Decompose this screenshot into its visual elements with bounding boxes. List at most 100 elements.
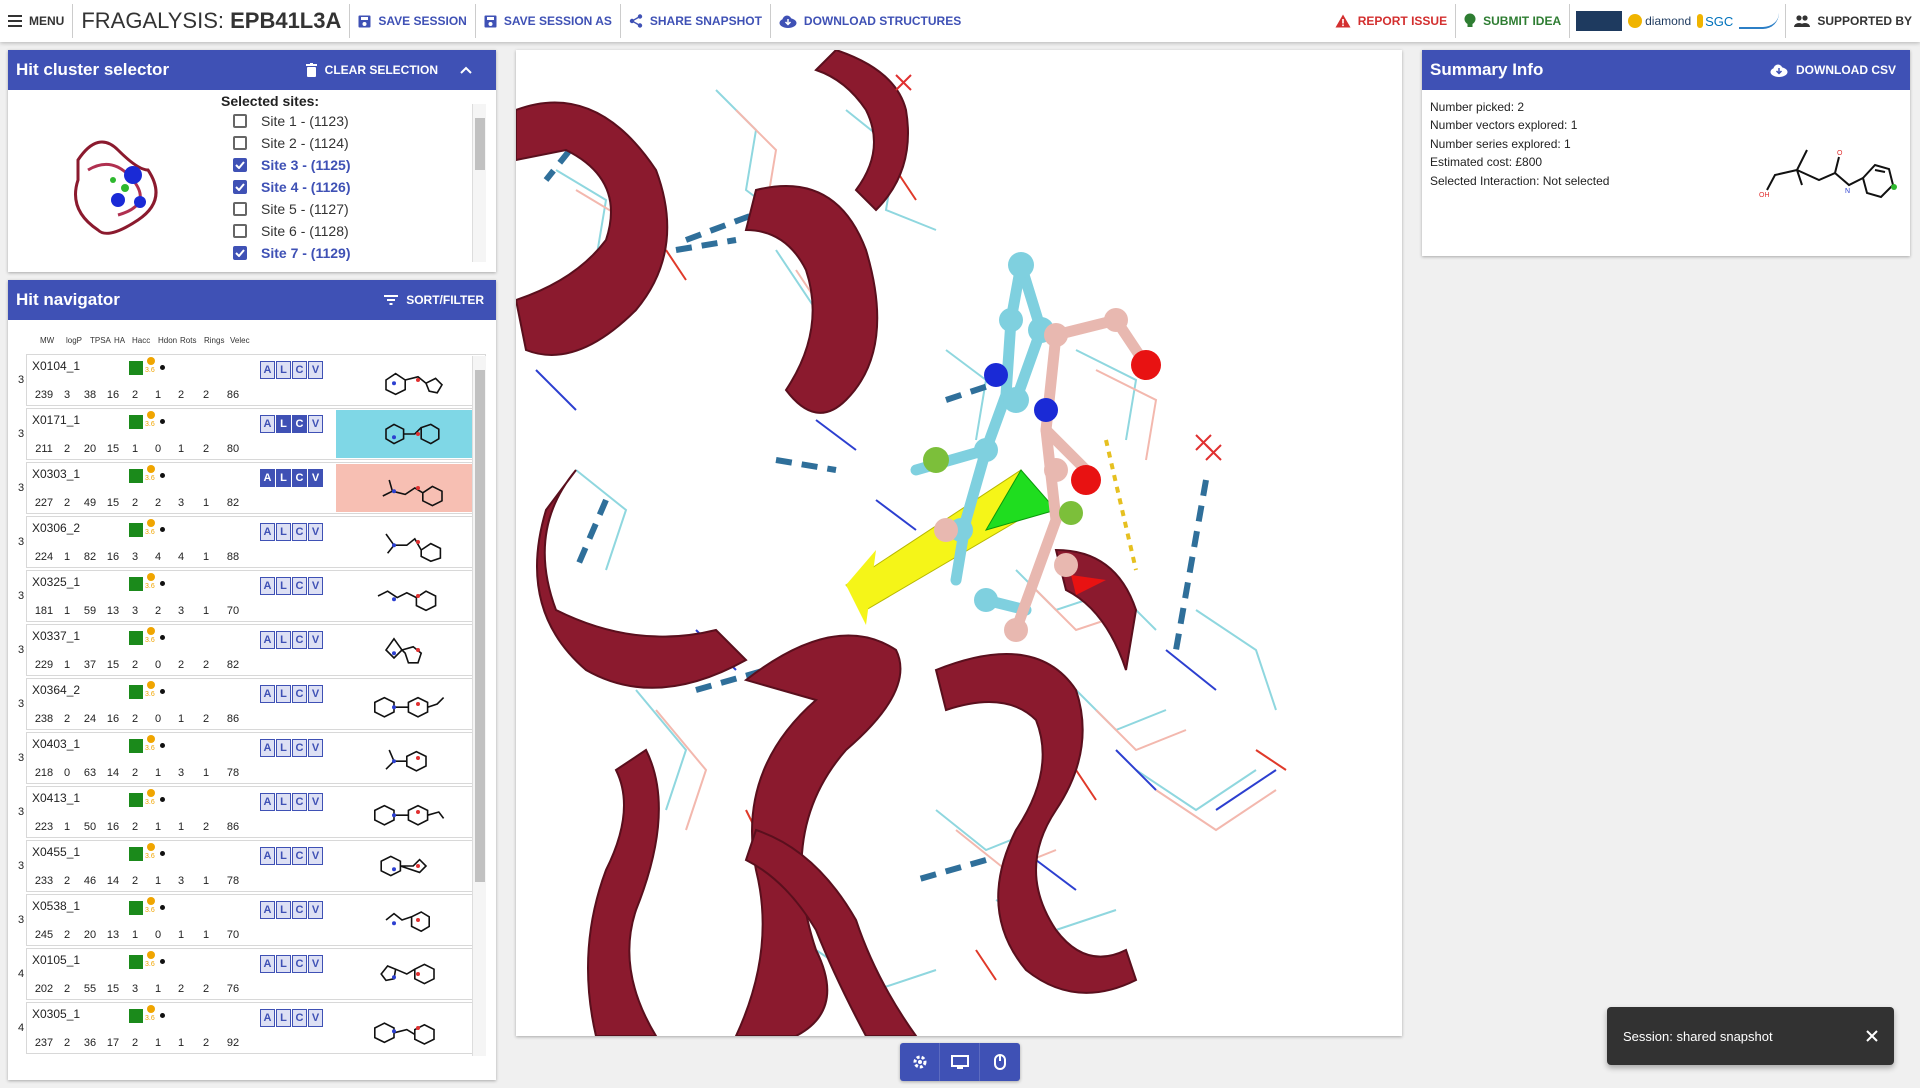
alcv-toggle-a[interactable]: A xyxy=(260,415,275,433)
hit-row[interactable]: 3 X0303_1 3.6 227 2 49 15 2 2 3 1 82 A L C V xyxy=(16,462,486,514)
scroll-thumb[interactable] xyxy=(475,370,485,882)
alcv-toggle-c[interactable]: C xyxy=(292,631,307,649)
site-checkbox-item[interactable]: Site 3 - (1125) xyxy=(221,154,483,176)
molecular-viewer[interactable] xyxy=(516,50,1402,1036)
alcv-toggle-c[interactable]: C xyxy=(292,739,307,757)
alcv-toggle-v[interactable]: V xyxy=(308,1009,323,1027)
molecule-structure[interactable] xyxy=(336,1004,484,1052)
alcv-toggle-l[interactable]: L xyxy=(276,901,291,919)
collapse-button[interactable] xyxy=(460,66,480,74)
column-header[interactable]: Hacc xyxy=(132,336,158,345)
hit-row-body[interactable]: X0538_1 3.6 245 2 20 13 1 0 1 1 70 A L C V xyxy=(26,894,486,946)
molecule-structure[interactable] xyxy=(336,572,484,620)
menu-button[interactable]: Menu xyxy=(0,0,72,42)
site-checkbox-item[interactable]: Site 7 - (1129) xyxy=(221,242,483,264)
molecule-structure[interactable] xyxy=(336,356,484,404)
site-checkbox-item[interactable]: Site 5 - (1127) xyxy=(221,198,483,220)
alcv-toggle-v[interactable]: V xyxy=(308,469,323,487)
alcv-toggle-l[interactable]: L xyxy=(276,1009,291,1027)
hit-row-body[interactable]: X0303_1 3.6 227 2 49 15 2 2 3 1 82 A L C V xyxy=(26,462,486,514)
site-checkbox-item[interactable]: Site 2 - (1124) xyxy=(221,132,483,154)
alcv-toggle-v[interactable]: V xyxy=(308,415,323,433)
hit-row-body[interactable]: X0305_1 3.6 237 2 36 17 2 1 1 2 92 A L C V xyxy=(26,1002,486,1054)
molecule-structure[interactable] xyxy=(336,842,484,890)
alcv-toggle-v[interactable]: V xyxy=(308,631,323,649)
submit-idea-button[interactable]: Submit Idea xyxy=(1456,0,1569,42)
hit-row[interactable]: 3 X0104_1 3.6 239 3 38 16 2 1 2 2 86 A L C V xyxy=(16,354,486,406)
hit-row[interactable]: 3 X0413_1 3.6 223 1 50 16 2 1 1 2 86 A L C V xyxy=(16,786,486,838)
molecule-structure[interactable] xyxy=(336,680,484,728)
molecule-3d-render[interactable] xyxy=(516,50,1402,1036)
hit-row[interactable]: 4 X0105_1 3.6 202 2 55 15 3 1 2 2 76 A L C V xyxy=(16,948,486,1000)
alcv-toggle-c[interactable]: C xyxy=(292,847,307,865)
column-header[interactable]: logP xyxy=(66,336,90,345)
hit-row-body[interactable]: X0413_1 3.6 223 1 50 16 2 1 1 2 86 A L C V xyxy=(26,786,486,838)
molecule-structure[interactable] xyxy=(336,518,484,566)
alcv-toggle-a[interactable]: A xyxy=(260,1009,275,1027)
alcv-toggle-c[interactable]: C xyxy=(292,1009,307,1027)
molecule-structure[interactable] xyxy=(336,464,484,512)
mouse-settings-button[interactable] xyxy=(980,1043,1020,1081)
alcv-toggle-a[interactable]: A xyxy=(260,685,275,703)
alcv-toggle-v[interactable]: V xyxy=(308,901,323,919)
alcv-toggle-l[interactable]: L xyxy=(276,577,291,595)
hit-row[interactable]: 3 X0364_2 3.6 238 2 24 16 2 0 1 2 86 A L C V xyxy=(16,678,486,730)
save-session-button[interactable]: Save Session xyxy=(350,0,474,42)
checkbox-checked-icon[interactable] xyxy=(233,158,247,172)
alcv-toggle-a[interactable]: A xyxy=(260,361,275,379)
alcv-toggle-l[interactable]: L xyxy=(276,415,291,433)
checkbox-checked-icon[interactable] xyxy=(233,180,247,194)
molecule-structure[interactable] xyxy=(336,734,484,782)
alcv-toggle-c[interactable]: C xyxy=(292,361,307,379)
report-issue-button[interactable]: Report Issue xyxy=(1327,0,1455,42)
alcv-toggle-c[interactable]: C xyxy=(292,793,307,811)
hit-row-body[interactable]: X0337_1 3.6 229 1 37 15 2 0 2 2 82 A L C V xyxy=(26,624,486,676)
supported-by-button[interactable]: Supported By xyxy=(1786,0,1920,42)
alcv-toggle-v[interactable]: V xyxy=(308,685,323,703)
alcv-toggle-l[interactable]: L xyxy=(276,469,291,487)
download-csv-button[interactable]: Download CSV xyxy=(1770,63,1896,77)
sort-filter-button[interactable]: Sort/filter xyxy=(384,293,484,307)
sites-scrollbar[interactable] xyxy=(472,104,486,262)
hit-list-scrollbar[interactable] xyxy=(472,356,486,1056)
checkbox-unchecked-icon[interactable] xyxy=(233,114,247,128)
checkbox-unchecked-icon[interactable] xyxy=(233,202,247,216)
alcv-toggle-v[interactable]: V xyxy=(308,847,323,865)
display-button[interactable] xyxy=(940,1043,980,1081)
alcv-toggle-l[interactable]: L xyxy=(276,793,291,811)
molecule-structure[interactable] xyxy=(336,410,484,458)
hit-row[interactable]: 3 X0455_1 3.6 233 2 46 14 2 1 3 1 78 A L C V xyxy=(16,840,486,892)
checkbox-unchecked-icon[interactable] xyxy=(233,224,247,238)
hit-row[interactable]: 3 X0171_1 3.6 211 2 20 15 1 0 1 2 80 A L C V xyxy=(16,408,486,460)
hit-row[interactable]: 3 X0538_1 3.6 245 2 20 13 1 0 1 1 70 A L C V xyxy=(16,894,486,946)
alcv-toggle-a[interactable]: A xyxy=(260,469,275,487)
hit-row-body[interactable]: X0104_1 3.6 239 3 38 16 2 1 2 2 86 A L C V xyxy=(26,354,486,406)
alcv-toggle-l[interactable]: L xyxy=(276,361,291,379)
hit-row[interactable]: 3 X0325_1 3.6 181 1 59 13 3 2 3 1 70 A L C V xyxy=(16,570,486,622)
clear-selection-button[interactable]: Clear selection xyxy=(305,63,438,77)
hit-row[interactable]: 4 X0305_1 3.6 237 2 36 17 2 1 1 2 92 A L C V xyxy=(16,1002,486,1054)
alcv-toggle-l[interactable]: L xyxy=(276,739,291,757)
alcv-toggle-a[interactable]: A xyxy=(260,577,275,595)
column-header[interactable]: HA xyxy=(114,336,132,345)
alcv-toggle-a[interactable]: A xyxy=(260,901,275,919)
alcv-toggle-c[interactable]: C xyxy=(292,955,307,973)
alcv-toggle-a[interactable]: A xyxy=(260,847,275,865)
alcv-toggle-c[interactable]: C xyxy=(292,577,307,595)
alcv-toggle-c[interactable]: C xyxy=(292,685,307,703)
hit-row-body[interactable]: X0171_1 3.6 211 2 20 15 1 0 1 2 80 A L C V xyxy=(26,408,486,460)
alcv-toggle-v[interactable]: V xyxy=(308,361,323,379)
hit-row-body[interactable]: X0325_1 3.6 181 1 59 13 3 2 3 1 70 A L C V xyxy=(26,570,486,622)
hit-row[interactable]: 3 X0403_1 3.6 218 0 63 14 2 1 3 1 78 A L C V xyxy=(16,732,486,784)
alcv-toggle-a[interactable]: A xyxy=(260,523,275,541)
molecule-structure[interactable] xyxy=(336,626,484,674)
column-header[interactable]: Rings xyxy=(204,336,230,345)
site-checkbox-item[interactable]: Site 6 - (1128) xyxy=(221,220,483,242)
alcv-toggle-c[interactable]: C xyxy=(292,901,307,919)
alcv-toggle-c[interactable]: C xyxy=(292,523,307,541)
share-snapshot-button[interactable]: Share Snapshot xyxy=(621,0,770,42)
hit-row-body[interactable]: X0364_2 3.6 238 2 24 16 2 0 1 2 86 A L C V xyxy=(26,678,486,730)
alcv-toggle-v[interactable]: V xyxy=(308,955,323,973)
alcv-toggle-v[interactable]: V xyxy=(308,739,323,757)
molecule-structure[interactable] xyxy=(336,950,484,998)
